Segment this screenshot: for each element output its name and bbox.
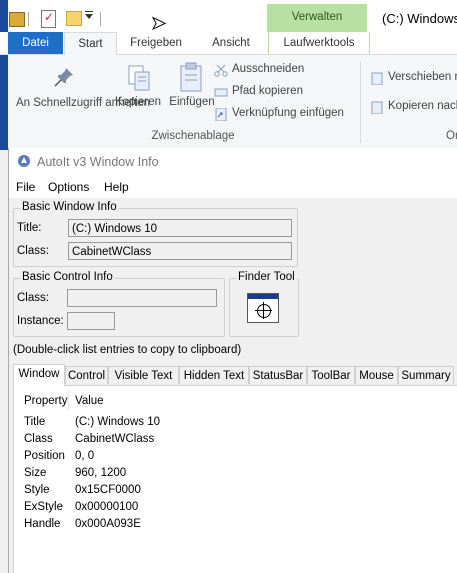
copy-to-icon (371, 101, 383, 114)
column-header-property[interactable]: Property (24, 395, 67, 407)
title-field[interactable]: (C:) Windows 10 (68, 219, 292, 237)
finder-tool-target[interactable] (247, 293, 279, 323)
tab-summary[interactable]: Summary (398, 366, 454, 384)
property-cell: Title (24, 416, 46, 428)
title-bar[interactable]: AutoIt v3 Window Info (9, 148, 457, 176)
class-field[interactable]: CabinetWClass (68, 242, 292, 260)
basic-control-info-group: Basic Control Info Class: Instance: (13, 271, 225, 337)
mouse-cursor-icon: ➤ (150, 13, 167, 33)
property-cell: Position (24, 450, 65, 462)
move-icon (371, 72, 383, 85)
property-cell: Class (24, 433, 53, 445)
menu-help[interactable]: Help (104, 180, 129, 194)
paste-shortcut-label: Verknüpfung einfügen (232, 107, 344, 119)
group-label: Finder Tool (236, 271, 297, 283)
customize-line (85, 11, 93, 12)
context-tab-group: Verwalten (267, 4, 367, 32)
tab-ansicht[interactable]: Ansicht (207, 32, 255, 54)
value-cell: 0x000A093E (75, 518, 141, 530)
window-title: (C:) Windows (382, 11, 457, 26)
paste-button[interactable]: Einfügen (166, 96, 218, 108)
tab-window[interactable]: Window (13, 364, 65, 386)
table-row[interactable]: Style 0x15CF0000 (14, 482, 457, 499)
table-row[interactable]: Class CabinetWClass (14, 431, 457, 448)
copy-to-label: Kopieren nach (388, 100, 457, 112)
tab-strip: Window Control Visible Text Hidden Text … (13, 364, 457, 386)
table-row[interactable]: Title (C:) Windows 10 (14, 414, 457, 431)
ribbon-tabs: Datei Start Freigeben Ansicht Laufwerkto… (0, 32, 457, 56)
pin-icon (54, 68, 73, 87)
ribbon-separator (360, 61, 361, 143)
toolbar-separator (28, 12, 29, 26)
explorer-icon[interactable] (9, 12, 25, 27)
hint-text: (Double-click list entries to copy to cl… (13, 344, 242, 356)
property-cell: ExStyle (24, 501, 63, 513)
instance-label: Instance: (17, 315, 64, 327)
copy-icon (128, 65, 150, 91)
window-title: AutoIt v3 Window Info (37, 155, 159, 169)
tab-mouse[interactable]: Mouse (355, 366, 398, 384)
tab-datei[interactable]: Datei (8, 32, 63, 54)
group-label: Basic Control Info (20, 271, 115, 283)
tab-control[interactable]: Control (65, 366, 108, 384)
tab-toolbar[interactable]: ToolBar (307, 366, 355, 384)
clipboard-group-label: Zwischenablage (151, 130, 235, 142)
value-cell: 0x00000100 (75, 501, 139, 513)
customize-dropdown-icon[interactable] (85, 14, 93, 19)
group-label: Basic Window Info (20, 201, 119, 213)
finder-tool-group: Finder Tool (229, 271, 299, 337)
table-row[interactable]: Position 0, 0 (14, 448, 457, 465)
move-to-label: Verschieben n (388, 71, 457, 83)
control-class-label: Class: (17, 292, 49, 304)
property-cell: Handle (24, 518, 61, 530)
class-label: Class: (17, 245, 49, 257)
explorer-window: ➤ Verwalten (C:) Windows Datei Start Fre… (0, 0, 457, 150)
organize-group-label: Or (446, 130, 457, 142)
clipboard-paste-icon (180, 62, 202, 92)
table-row[interactable]: Handle 0x000A093E (14, 516, 457, 533)
autoit-window-info: AutoIt v3 Window Info File Options Help … (8, 148, 457, 573)
instance-field[interactable] (67, 312, 115, 330)
menu-file[interactable]: File (16, 180, 35, 194)
control-class-field[interactable] (67, 289, 217, 307)
new-folder-icon[interactable] (66, 11, 82, 26)
tab-laufwerktools[interactable]: Laufwerktools (268, 32, 370, 54)
table-row[interactable]: Size 960, 1200 (14, 465, 457, 482)
tab-start[interactable]: Start (64, 32, 117, 56)
path-icon (214, 88, 228, 97)
tab-hidden-text[interactable]: Hidden Text (179, 366, 249, 384)
value-cell: 960, 1200 (75, 467, 127, 479)
cut-label: Ausschneiden (232, 63, 305, 75)
column-separator[interactable] (68, 390, 69, 410)
value-cell: 0, 0 (75, 450, 95, 462)
value-cell: 0x15CF0000 (75, 484, 141, 496)
value-cell: CabinetWClass (75, 433, 155, 445)
title-label: Title: (17, 222, 42, 234)
property-cell: Size (24, 467, 47, 479)
value-cell: (C:) Windows 10 (75, 416, 160, 428)
desktop-edge (0, 0, 8, 150)
copy-path-label: Pfad kopieren (232, 85, 303, 97)
ribbon-body: An Schnellzugriff anheften Kopieren Einf… (8, 55, 457, 149)
table-row[interactable]: ExStyle 0x00000100 (14, 499, 457, 516)
toolbar-separator (100, 12, 101, 26)
crosshair-icon (255, 302, 272, 319)
property-cell: Style (24, 484, 50, 496)
tab-visible-text[interactable]: Visible Text (108, 366, 179, 384)
window-info-list[interactable]: Property Value Title (C:) Windows 10 Cla… (13, 386, 457, 573)
column-header-value[interactable]: Value (75, 395, 104, 407)
pin-to-quick-access-button[interactable]: An Schnellzugriff anheften (16, 96, 150, 110)
tab-statusbar[interactable]: StatusBar (249, 366, 307, 384)
shortcut-icon (215, 108, 227, 121)
properties-icon[interactable] (41, 10, 56, 28)
tab-freigeben[interactable]: Freigeben (124, 32, 188, 54)
autoit-app-icon (18, 155, 30, 167)
list-header: Property Value (14, 386, 457, 412)
context-group-label: Verwalten (291, 11, 343, 23)
menu-options[interactable]: Options (48, 180, 89, 194)
scissors-icon (214, 64, 228, 77)
menu-bar: File Options Help (9, 176, 457, 198)
copy-button[interactable]: Kopieren (110, 96, 166, 108)
basic-window-info-group: Basic Window Info Title: (C:) Windows 10… (13, 201, 298, 267)
